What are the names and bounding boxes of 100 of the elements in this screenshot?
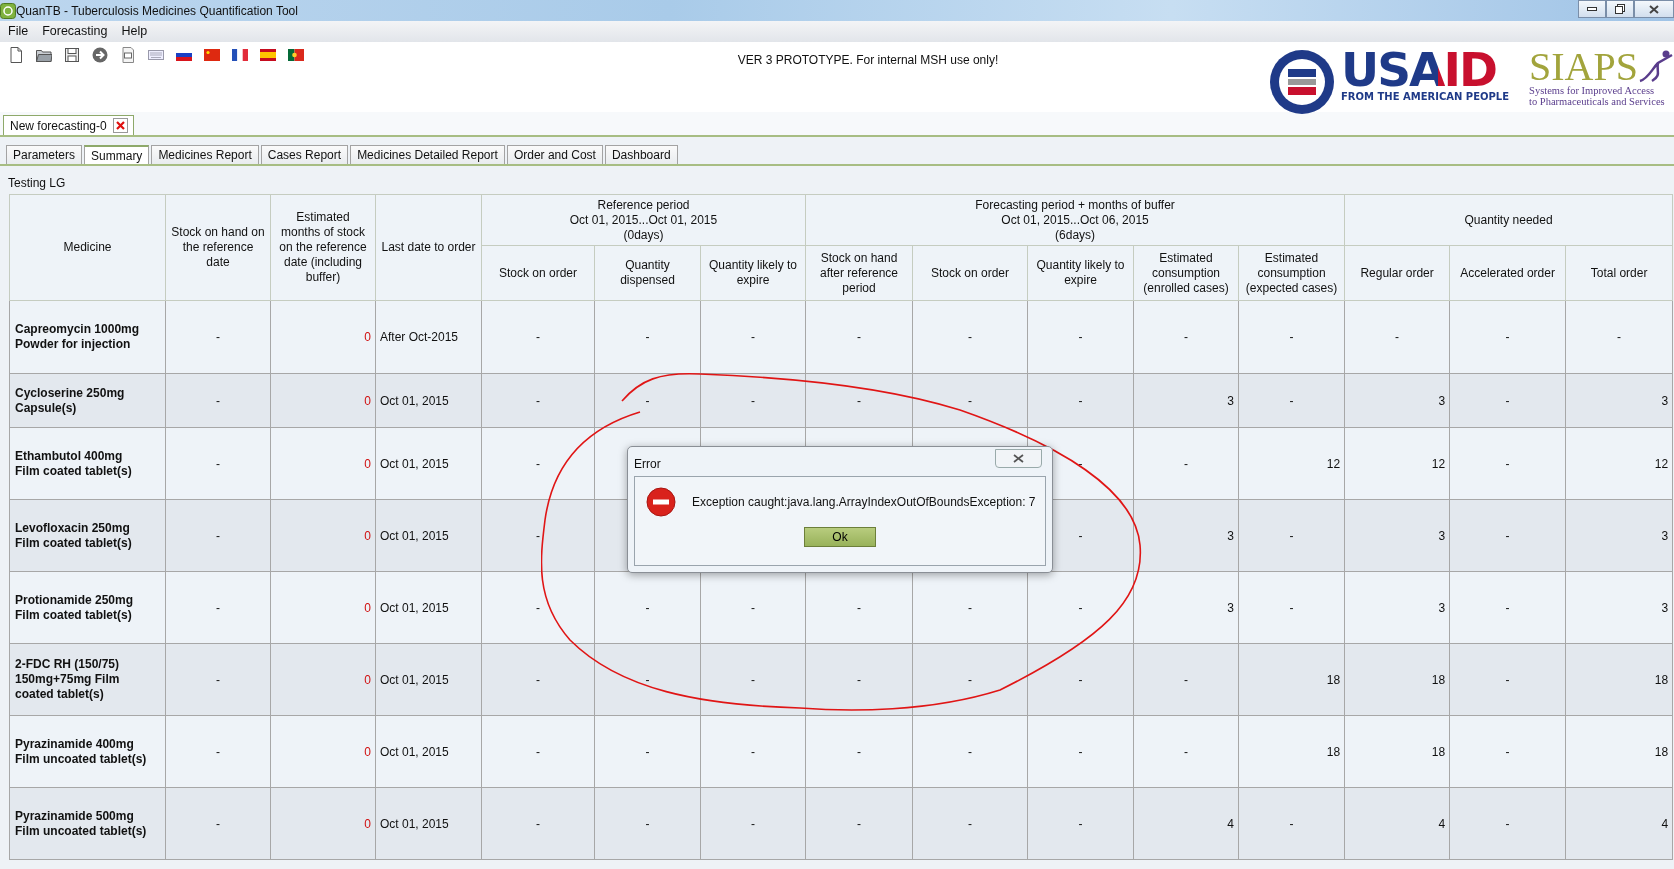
keyboard-icon[interactable]: [148, 47, 164, 63]
table-cell: -: [805, 373, 913, 428]
ok-button[interactable]: Ok: [804, 527, 876, 547]
column-header: Last date to order: [375, 194, 482, 301]
table-cell: -: [1238, 373, 1345, 428]
medicine-name: 2-FDC RH (150/75) 150mg+75mg Film coated tablet(s): [9, 643, 166, 716]
table-cell: -: [805, 643, 913, 716]
tab[interactable]: Cases Report: [260, 145, 349, 164]
table-cell: Oct 01, 2015: [375, 499, 482, 572]
medicine-name: Pyrazinamide 400mg Film uncoated tablet(s): [9, 715, 166, 788]
column-header: Estimated consumption (expected cases): [1238, 245, 1345, 301]
table-cell: 18: [1344, 715, 1450, 788]
table-cell: -: [700, 787, 806, 860]
menu-item[interactable]: File: [8, 22, 29, 41]
table-cell: -: [805, 787, 913, 860]
menu-item[interactable]: Forecasting: [42, 22, 108, 41]
table-cell: 3: [1344, 499, 1450, 572]
open-folder-icon[interactable]: [36, 47, 52, 63]
table-cell: -: [594, 715, 701, 788]
table-cell: Oct 01, 2015: [375, 787, 482, 860]
arrow-circle-icon[interactable]: [92, 47, 108, 63]
table-cell: 12: [1344, 427, 1450, 500]
document-icon[interactable]: [120, 47, 136, 63]
document-tab[interactable]: New forecasting-0: [3, 115, 134, 135]
table-cell: -: [165, 427, 271, 500]
table-cell: -: [912, 373, 1028, 428]
table-cell: -: [700, 715, 806, 788]
save-icon[interactable]: [64, 47, 80, 63]
table-cell: 0: [270, 300, 376, 374]
tab[interactable]: Medicines Report: [151, 145, 259, 164]
chinese-flag-icon[interactable]: [204, 47, 220, 63]
table-cell: -: [912, 643, 1028, 716]
table-cell: -: [1133, 427, 1239, 500]
tab[interactable]: Summary: [84, 145, 150, 164]
table-cell: -: [912, 300, 1028, 374]
table-cell: -: [481, 643, 595, 716]
medicine-name: Protionamide 250mg Film coated tablet(s): [9, 571, 166, 644]
table-cell: -: [1238, 499, 1345, 572]
table-cell: -: [481, 571, 595, 644]
table-cell: 0: [270, 643, 376, 716]
menu-item[interactable]: Help: [121, 22, 148, 41]
table-cell: 18: [1565, 715, 1673, 788]
table-cell: 4: [1565, 787, 1673, 860]
table-cell: 3: [1565, 571, 1673, 644]
table-cell: 4: [1344, 787, 1450, 860]
table-cell: -: [1449, 427, 1566, 500]
table-cell: -: [1027, 787, 1134, 860]
table-cell: -: [1133, 300, 1239, 374]
usaid-tagline: FROM THE AMERICAN PEOPLE: [1341, 91, 1510, 103]
table-cell: -: [165, 643, 271, 716]
new-file-icon[interactable]: [8, 47, 24, 63]
window-title: QuanTB - Tuberculosis Medicines Quantification Tool: [16, 2, 298, 20]
table-cell: -: [1565, 300, 1673, 374]
medicine-name: Levofloxacin 250mg Film coated tablet(s): [9, 499, 166, 572]
column-header: Quantity dispensed: [594, 245, 701, 301]
table-cell: -: [1449, 643, 1566, 716]
table-cell: 3: [1344, 373, 1450, 428]
table-cell: 0: [270, 499, 376, 572]
table-cell: 0: [270, 571, 376, 644]
french-flag-icon[interactable]: [232, 47, 248, 63]
table-cell: -: [700, 373, 806, 428]
table-cell: -: [594, 300, 701, 374]
column-group-header: Quantity needed: [1344, 194, 1673, 246]
tab[interactable]: Order and Cost: [506, 145, 603, 164]
close-button[interactable]: [995, 449, 1042, 468]
table-cell: -: [594, 373, 701, 428]
tab[interactable]: Parameters: [6, 145, 83, 164]
version-notice: VER 3 PROTOTYPE. For internal MSH use only!: [736, 52, 1000, 69]
table-cell: 18: [1238, 715, 1345, 788]
table-cell: -: [481, 499, 595, 572]
dialog-title: Error: [634, 456, 661, 473]
portuguese-flag-icon[interactable]: [288, 47, 304, 63]
table-cell: 3: [1565, 373, 1673, 428]
column-header: Accelerated order: [1449, 245, 1566, 301]
close-tab-button[interactable]: [112, 118, 128, 133]
table-cell: After Oct-2015: [375, 300, 482, 374]
table-cell: -: [805, 300, 913, 374]
minimize-button[interactable]: [1578, 0, 1606, 18]
table-cell: -: [1449, 300, 1566, 374]
table-cell: -: [165, 300, 271, 374]
table-cell: -: [165, 499, 271, 572]
table-cell: 4: [1133, 787, 1239, 860]
minimize-icon: [1587, 7, 1597, 11]
spanish-flag-icon[interactable]: [260, 47, 276, 63]
column-header: Regular order: [1344, 245, 1450, 301]
tab[interactable]: Dashboard: [604, 145, 678, 164]
table-cell: -: [481, 300, 595, 374]
medicine-name: Cycloserine 250mg Capsule(s): [9, 373, 166, 428]
close-button[interactable]: [1634, 0, 1674, 18]
table-cell: -: [165, 373, 271, 428]
tab[interactable]: Medicines Detailed Report: [350, 145, 505, 164]
table-cell: -: [594, 787, 701, 860]
restore-button[interactable]: [1606, 0, 1634, 18]
table-cell: 3: [1133, 373, 1239, 428]
table-cell: -: [1027, 715, 1134, 788]
close-icon: [115, 121, 125, 130]
siaps-wordmark: SIAPS: [1529, 49, 1638, 85]
table-cell: 18: [1238, 643, 1345, 716]
table-cell: -: [1449, 571, 1566, 644]
medicine-name: Pyrazinamide 500mg Film uncoated tablet(s): [9, 787, 166, 860]
